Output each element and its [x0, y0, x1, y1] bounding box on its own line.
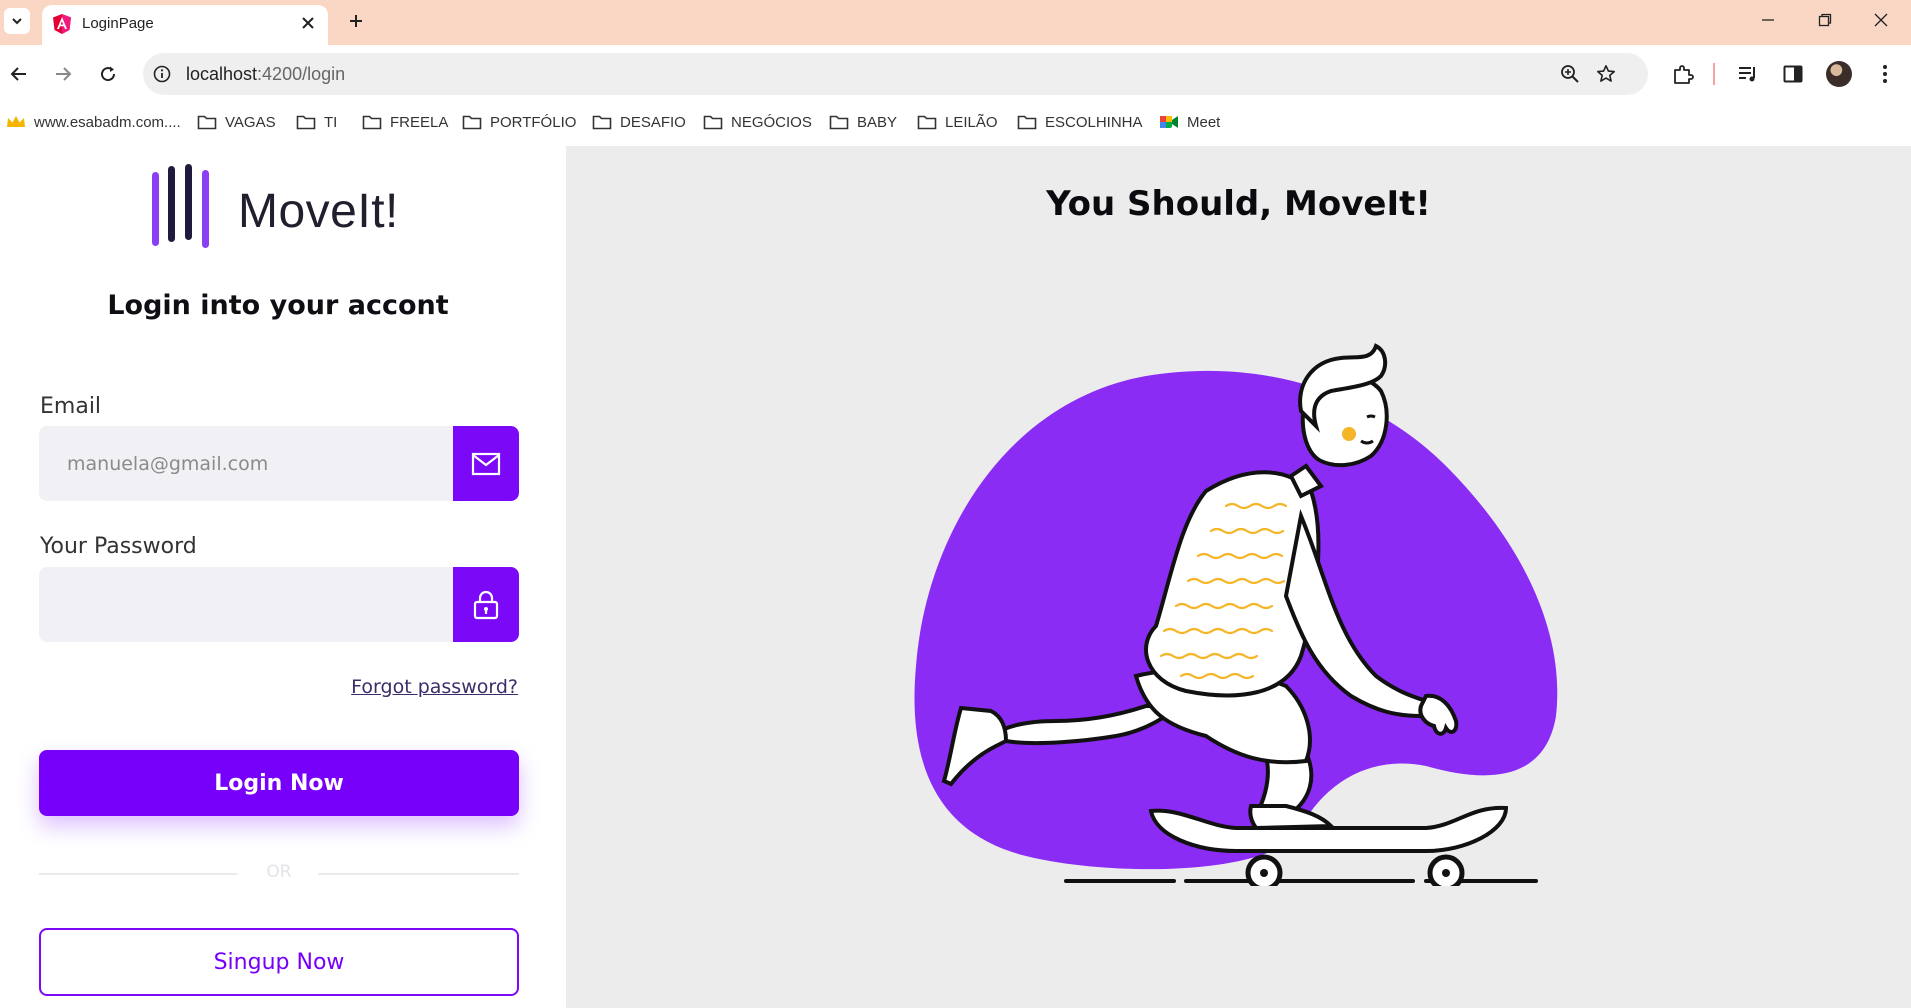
- login-page: MoveIt! Login into your accont Email You…: [0, 146, 1911, 1008]
- more-vertical-icon: [1883, 65, 1887, 83]
- url-text[interactable]: localhost:4200/login: [186, 64, 345, 85]
- close-window-button[interactable]: [1863, 6, 1899, 34]
- restore-icon: [1818, 13, 1832, 27]
- arrow-left-icon: [10, 67, 26, 81]
- close-icon: [1874, 13, 1888, 27]
- or-text: OR: [266, 862, 292, 882]
- lock-icon: [473, 590, 499, 619]
- bookmark-folder[interactable]: TI: [296, 111, 337, 133]
- password-label: Your Password: [40, 534, 197, 559]
- login-panel: MoveIt! Login into your accont Email You…: [0, 146, 566, 1008]
- bookmark-folder[interactable]: PORTFÓLIO: [462, 111, 576, 133]
- reload-button[interactable]: [94, 60, 122, 88]
- folder-icon: [362, 115, 382, 130]
- folder-icon: [197, 115, 217, 130]
- signup-button[interactable]: Singup Now: [39, 928, 519, 996]
- arrow-right-icon: [56, 67, 72, 81]
- reload-icon: [101, 66, 116, 82]
- login-button[interactable]: Login Now: [39, 750, 519, 816]
- browser-tab-active[interactable]: LoginPage: [42, 5, 328, 45]
- back-button[interactable]: [5, 60, 33, 88]
- or-divider: OR: [39, 862, 519, 886]
- browser-menu-button[interactable]: [1871, 60, 1899, 88]
- browser-toolbar: localhost:4200/login: [0, 45, 1911, 103]
- password-input[interactable]: [39, 567, 451, 642]
- folder-icon: [462, 115, 482, 130]
- bookmark-folder[interactable]: FREELA: [362, 111, 448, 133]
- media-control-button[interactable]: [1734, 60, 1762, 88]
- bookmark-item[interactable]: Meet: [1159, 111, 1220, 133]
- close-icon: [302, 17, 314, 29]
- login-heading: Login into your accont: [107, 290, 449, 321]
- folder-icon: [296, 115, 316, 130]
- hero-panel: You Should, MoveIt!: [566, 146, 1911, 1008]
- tab-title: LoginPage: [82, 15, 154, 32]
- brand-name: MoveIt!: [238, 185, 399, 238]
- minimize-button[interactable]: [1750, 6, 1786, 34]
- folder-icon: [829, 115, 849, 130]
- bookmark-folder[interactable]: ESCOLHINHA: [1017, 111, 1143, 133]
- chevron-down-icon: [12, 18, 22, 25]
- email-icon-box: [453, 426, 519, 501]
- mail-icon: [471, 452, 501, 475]
- tab-search-button[interactable]: [4, 8, 30, 34]
- close-tab-button[interactable]: [298, 13, 318, 33]
- toolbar-separator: [1713, 63, 1715, 85]
- bookmarks-bar: www.esabadm.com.... VAGAS TI FREELA PORT…: [0, 103, 1911, 139]
- bookmark-folder[interactable]: VAGAS: [197, 111, 276, 133]
- crown-icon: [7, 116, 25, 127]
- puzzle-icon: [1674, 65, 1694, 84]
- zoom-icon[interactable]: [1559, 63, 1581, 85]
- bookmark-folder[interactable]: DESAFIO: [592, 111, 686, 133]
- profile-avatar[interactable]: [1826, 61, 1852, 87]
- plus-icon: [350, 15, 362, 27]
- minimize-icon: [1762, 19, 1774, 21]
- bookmark-folder[interactable]: NEGÓCIOS: [703, 111, 812, 133]
- forgot-password-link[interactable]: Forgot password?: [300, 676, 518, 698]
- new-tab-button[interactable]: [343, 8, 369, 34]
- site-info-icon[interactable]: [151, 63, 173, 85]
- address-bar[interactable]: localhost:4200/login: [143, 53, 1648, 95]
- playlist-icon: [1739, 67, 1755, 82]
- folder-icon: [917, 115, 937, 130]
- brand-logo: MoveIt!: [152, 164, 412, 248]
- skateboarder-illustration: [914, 343, 1558, 886]
- extensions-button[interactable]: [1669, 60, 1697, 88]
- email-input[interactable]: [39, 426, 451, 501]
- bookmark-folder[interactable]: LEILÃO: [917, 111, 998, 133]
- password-field-wrapper: [39, 567, 519, 642]
- password-icon-box: [453, 567, 519, 642]
- forward-button[interactable]: [49, 60, 77, 88]
- folder-icon: [703, 115, 723, 130]
- hero-title: You Should, MoveIt!: [1046, 184, 1431, 224]
- email-label: Email: [40, 394, 102, 419]
- bookmark-star-icon[interactable]: [1595, 63, 1617, 85]
- email-field-wrapper: [39, 426, 519, 501]
- angular-icon: [53, 14, 71, 34]
- meet-icon: [1160, 116, 1178, 128]
- side-panel-icon: [1783, 65, 1803, 83]
- bookmark-item[interactable]: www.esabadm.com....: [6, 111, 181, 133]
- logo-bars-icon: [152, 164, 209, 248]
- side-panel-button[interactable]: [1779, 60, 1807, 88]
- folder-icon: [592, 115, 612, 130]
- browser-tab-strip: LoginPage: [0, 0, 1911, 45]
- folder-icon: [1017, 115, 1037, 130]
- bookmark-folder[interactable]: BABY: [829, 111, 897, 133]
- restore-button[interactable]: [1807, 6, 1843, 34]
